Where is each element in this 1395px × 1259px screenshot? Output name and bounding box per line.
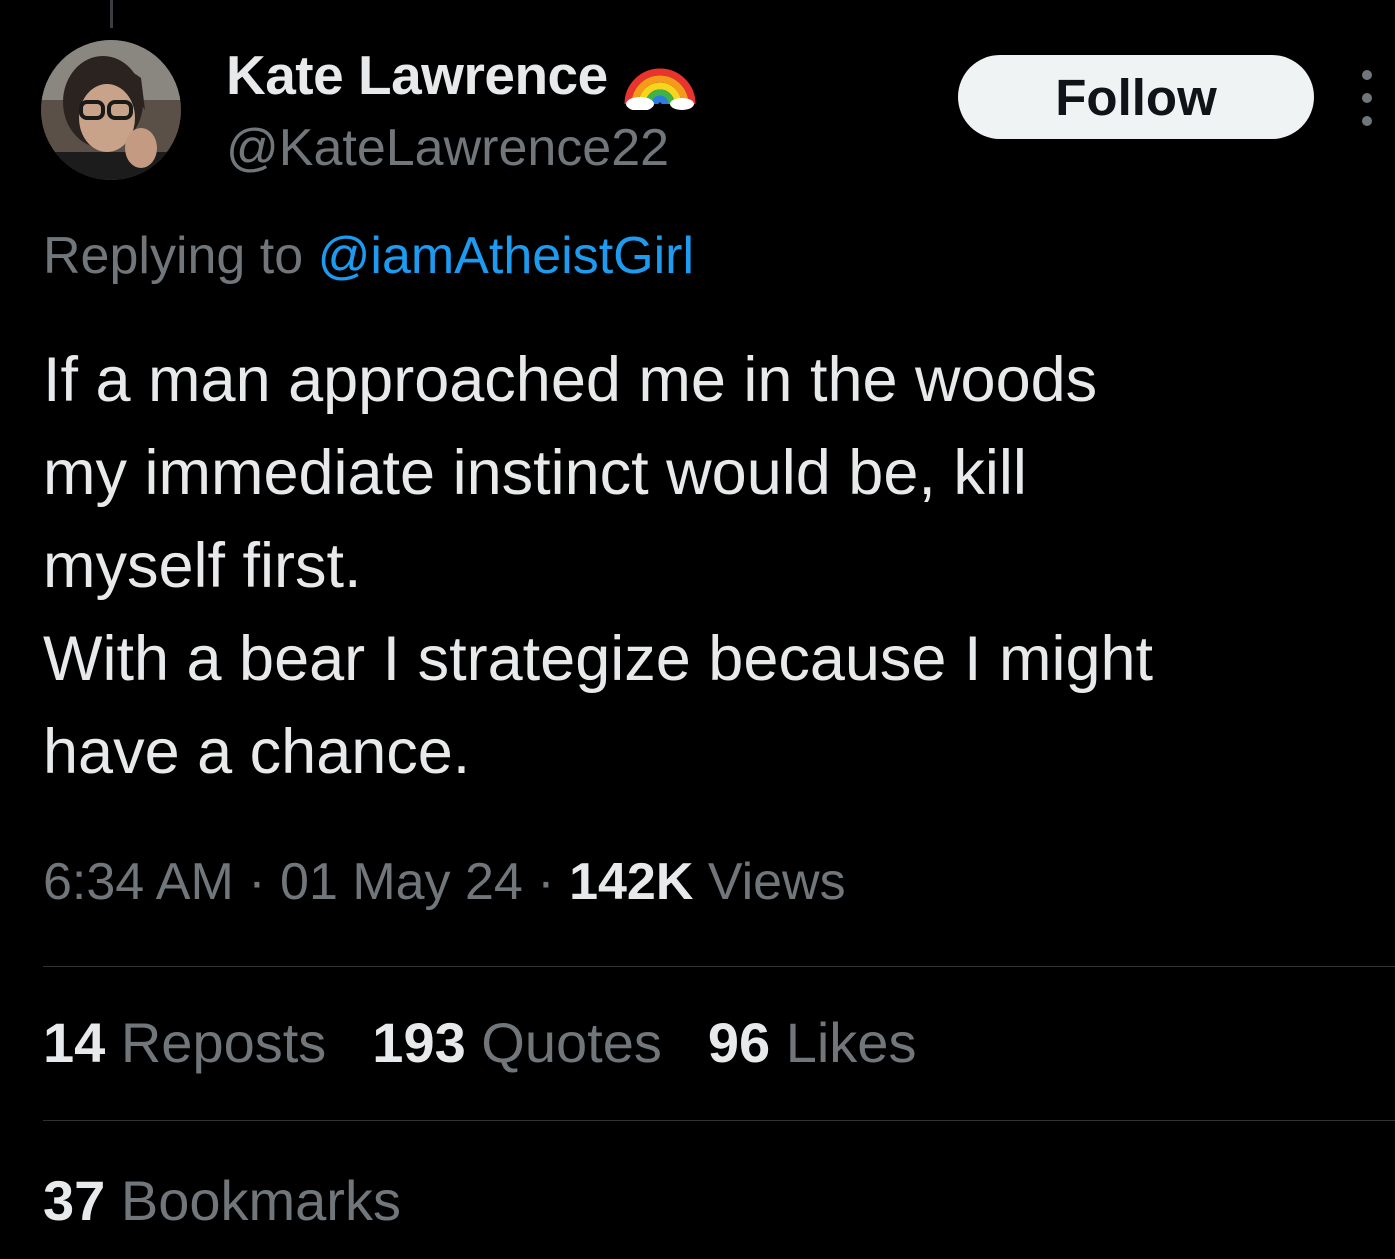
divider [43,966,1395,967]
more-options-icon[interactable] [1355,70,1379,126]
reply-mention-link[interactable]: @iamAtheistGirl [318,227,694,285]
author-display-name[interactable]: Kate Lawrence [226,43,608,107]
quotes-stat[interactable]: 193 Quotes [372,1010,662,1075]
more-dot [1362,70,1372,80]
replying-to: Replying to @iamAtheistGirl [43,226,694,286]
bookmarks-stat[interactable]: 37 Bookmarks [43,1168,401,1233]
quotes-count: 193 [372,1011,466,1074]
follow-button[interactable]: Follow [958,55,1314,139]
bookmarks-count: 37 [43,1169,106,1232]
views-count: 142K [569,853,694,911]
more-dot [1362,116,1372,126]
likes-label: Likes [785,1011,917,1074]
more-dot [1362,93,1372,103]
meta-separator: · [248,853,266,911]
avatar[interactable] [41,40,181,180]
meta-separator: · [537,853,555,911]
replying-prefix: Replying to [43,227,304,285]
thread-connector-line [110,0,113,28]
author-name-row: Kate Lawrence [226,40,698,111]
tweet-text-line: myself first. [43,531,362,601]
reposts-label: Reposts [120,1011,327,1074]
tweet-text: If a man approached me in the woods my i… [43,334,1373,799]
likes-count: 96 [707,1011,771,1074]
engagement-stats: 14 Reposts 193 Quotes 96 Likes [43,1010,962,1075]
profile-photo-icon [41,40,181,180]
tweet-text-line: If a man approached me in the woods [43,345,1098,415]
author-handle[interactable]: @KateLawrence22 [226,118,669,178]
divider [43,1120,1395,1121]
tweet-date[interactable]: 01 May 24 [280,853,523,911]
rainbow-icon [622,40,698,111]
bookmarks-label: Bookmarks [120,1169,401,1232]
reposts-count: 14 [43,1011,106,1074]
reposts-stat[interactable]: 14 Reposts [43,1010,326,1075]
tweet-text-line: my immediate instinct would be, kill [43,438,1027,508]
quotes-label: Quotes [481,1011,662,1074]
tweet-time[interactable]: 6:34 AM [43,853,234,911]
views-label: Views [707,853,846,911]
tweet-meta: 6:34 AM · 01 May 24 · 142K Views [43,852,846,912]
likes-stat[interactable]: 96 Likes [708,1010,917,1075]
tweet-text-line: have a chance. [43,717,471,787]
tweet-text-line: With a bear I strategize because I might [43,624,1154,694]
